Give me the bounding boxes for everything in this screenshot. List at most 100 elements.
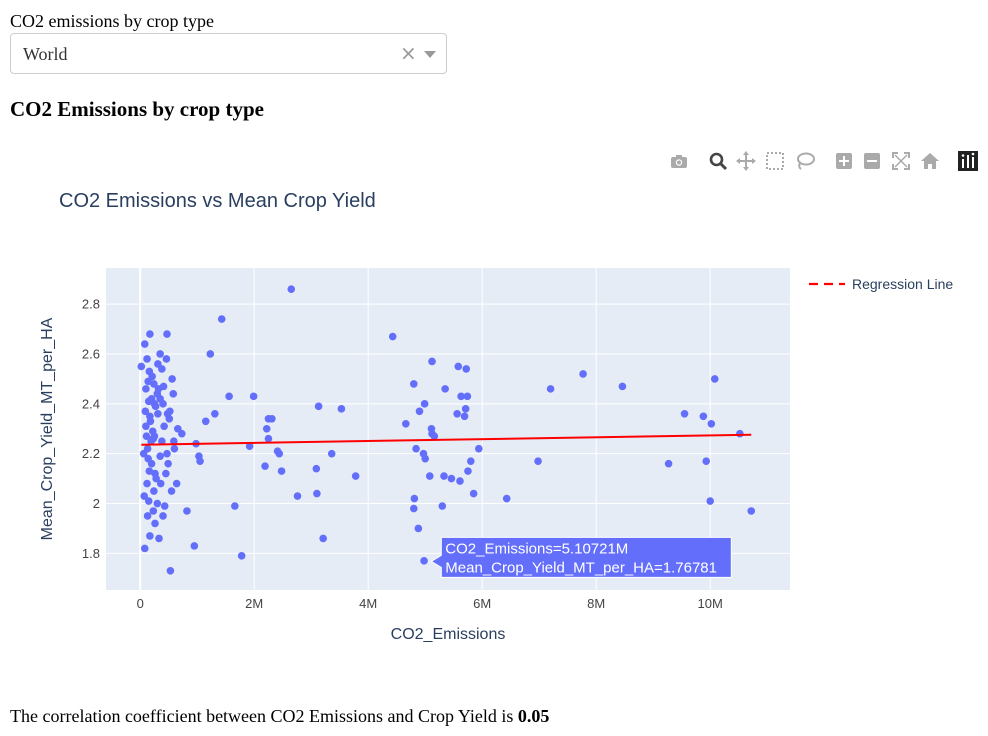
data-point <box>402 419 410 428</box>
x-tick-label: 10M <box>698 596 723 611</box>
data-point <box>412 444 420 453</box>
data-point <box>147 395 156 403</box>
x-tick-label: 4M <box>359 596 377 611</box>
data-point <box>421 454 430 463</box>
data-point <box>461 405 470 413</box>
x-tick-label: 6M <box>473 596 491 611</box>
clear-icon[interactable]: × <box>400 41 417 65</box>
data-point <box>706 497 714 505</box>
data-point <box>467 457 475 465</box>
data-point <box>144 454 152 463</box>
data-point <box>664 459 673 468</box>
data-point <box>159 400 167 408</box>
data-point <box>579 370 587 378</box>
section-heading: CO2 Emissions by crop type <box>10 97 264 121</box>
data-point <box>146 330 154 338</box>
correlation-label: The correlation coefficient between CO2 … <box>10 706 518 726</box>
x-tick-label: 2M <box>245 596 263 611</box>
data-point <box>183 507 191 515</box>
data-point <box>190 542 199 550</box>
data-point <box>156 350 164 358</box>
data-point <box>170 444 179 453</box>
data-point <box>410 494 419 503</box>
data-point <box>710 375 719 383</box>
x-tick-label: 0 <box>137 596 144 611</box>
data-point <box>163 449 171 458</box>
data-point <box>141 407 150 416</box>
data-point <box>312 464 321 473</box>
zoom-out-icon[interactable] <box>861 150 883 172</box>
data-point <box>420 557 428 565</box>
y-tick-label: 2.6 <box>82 346 100 361</box>
data-point <box>463 392 472 401</box>
box-select-icon[interactable] <box>764 150 786 172</box>
data-point <box>293 492 302 500</box>
scatter-chart: 0 2M 4M 6M 8M 10M 1.8 2 2.2 2.4 2.6 2.8 CO2 Emission… <box>39 190 953 643</box>
data-point <box>143 512 152 520</box>
data-point <box>165 414 174 423</box>
y-tick-label: 2.2 <box>82 446 100 461</box>
data-point <box>747 507 756 515</box>
data-point <box>201 417 210 426</box>
camera-icon[interactable] <box>668 150 690 172</box>
region-dropdown[interactable]: World × <box>10 33 447 74</box>
data-point <box>217 315 226 323</box>
pan-icon[interactable] <box>735 150 757 172</box>
data-point <box>146 532 154 540</box>
autoscale-icon[interactable] <box>890 150 912 172</box>
data-point <box>249 392 258 401</box>
zoom-icon[interactable] <box>707 150 729 172</box>
data-point <box>410 504 418 513</box>
data-point <box>707 419 716 428</box>
data-point <box>268 414 276 423</box>
data-point <box>287 285 296 293</box>
data-point <box>142 385 150 393</box>
data-point <box>167 487 176 495</box>
data-point <box>736 429 744 438</box>
hover-tooltip-line: CO2_Emissions=5.10721M <box>445 540 628 557</box>
data-point <box>275 449 284 458</box>
data-point <box>319 534 327 543</box>
data-point <box>164 459 172 468</box>
plotly-logo-icon[interactable] <box>957 150 979 172</box>
data-point <box>166 567 175 575</box>
data-point <box>196 457 204 465</box>
zoom-in-icon[interactable] <box>833 150 855 172</box>
data-point <box>153 499 162 508</box>
x-axis-label: CO2_Emissions <box>391 626 506 643</box>
dropdown-label: CO2 emissions by crop type <box>10 11 214 31</box>
dropdown-selected-value: World <box>23 44 68 64</box>
reset-axes-icon[interactable] <box>919 150 941 172</box>
data-point <box>428 357 436 366</box>
data-point <box>137 362 146 371</box>
data-point <box>462 365 471 373</box>
data-point <box>154 409 162 418</box>
data-point <box>351 472 360 480</box>
data-point <box>143 355 151 363</box>
data-point <box>447 474 456 483</box>
data-point <box>178 429 186 438</box>
data-point <box>415 407 424 416</box>
data-point <box>160 502 169 510</box>
hover-tooltip-line: Mean_Crop_Yield_MT_per_HA=1.76781 <box>445 559 717 576</box>
correlation-text: The correlation coefficient between CO2 … <box>10 706 549 727</box>
x-tick-label: 8M <box>587 596 605 611</box>
data-point <box>225 392 233 401</box>
legend-label: Regression Line <box>852 276 953 292</box>
data-point <box>337 405 346 413</box>
data-point <box>159 382 168 391</box>
data-point <box>140 544 149 553</box>
data-point <box>314 402 323 411</box>
chevron-down-icon[interactable] <box>424 51 436 58</box>
y-tick-label: 2 <box>93 496 100 511</box>
data-point <box>440 472 448 480</box>
data-point <box>211 409 219 418</box>
data-point <box>159 512 167 520</box>
data-point <box>454 362 463 371</box>
data-point <box>262 424 271 433</box>
correlation-value: 0.05 <box>517 706 550 726</box>
lasso-icon[interactable] <box>794 150 816 172</box>
data-point <box>156 452 164 460</box>
data-point <box>140 340 149 348</box>
data-point <box>441 385 449 393</box>
